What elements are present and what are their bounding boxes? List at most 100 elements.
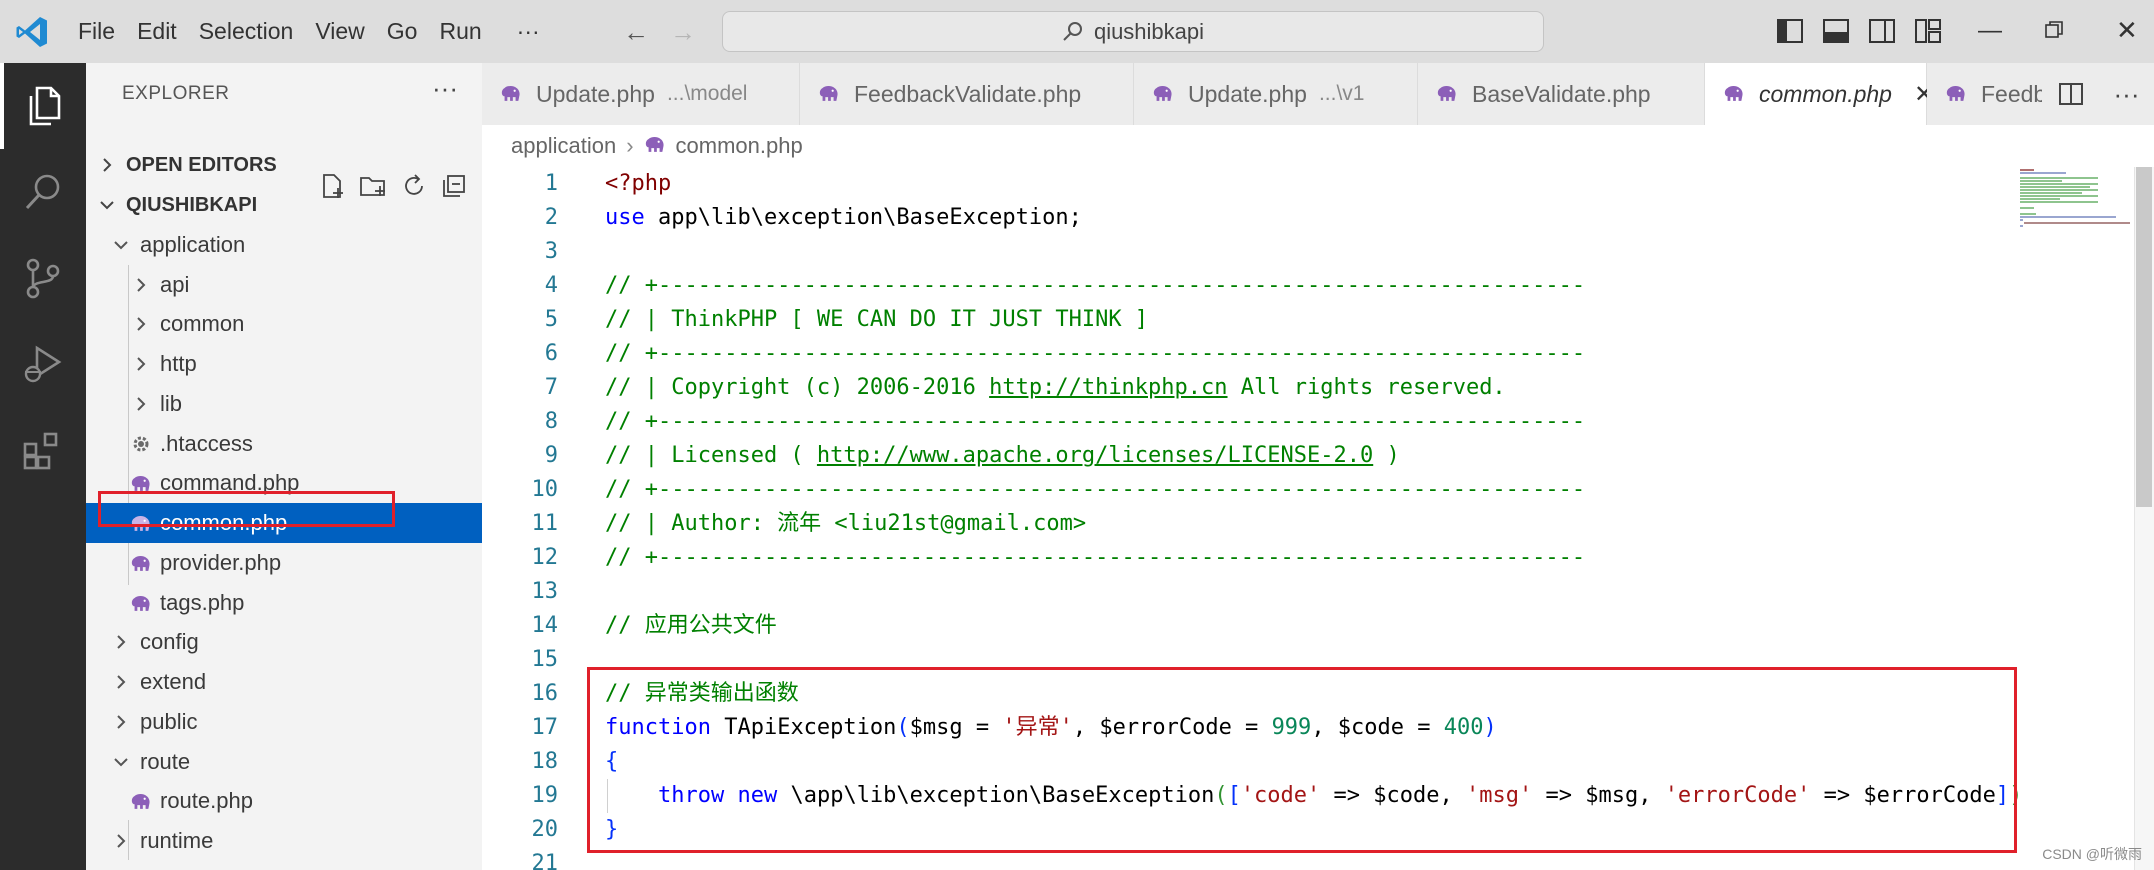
new-folder-icon[interactable] — [358, 172, 388, 200]
php-elephant-icon — [1945, 81, 1967, 108]
chevron-down-icon — [96, 199, 118, 211]
customize-layout-icon[interactable] — [1914, 17, 1942, 45]
tab-update-model[interactable]: Update.php ...\model — [482, 63, 800, 125]
chevron-right-icon — [130, 316, 152, 332]
command-center-search[interactable]: qiushibkapi — [722, 11, 1544, 52]
line-number: 4 — [544, 273, 558, 298]
search-icon — [1063, 21, 1082, 41]
tree-item-label: provider.php — [160, 550, 282, 575]
tree-item-thinkphp[interactable]: thinkphp — [86, 861, 482, 870]
menu-selection[interactable]: Selection — [188, 0, 305, 63]
collapse-all-icon[interactable] — [440, 172, 468, 200]
source-control-icon — [26, 258, 60, 299]
tree-item-label: http — [160, 351, 197, 376]
menu-edit[interactable]: Edit — [126, 0, 188, 63]
open-editors-label: OPEN EDITORS — [126, 153, 277, 176]
code-editor[interactable]: 1 2 3 4 5 6 7 8 9 10 11 12 13 14 15 16 17 18 19 20 21 <?php … — [482, 167, 2154, 870]
explorer-actions — [318, 172, 468, 200]
php-elephant-icon — [644, 133, 666, 159]
menu-run[interactable]: Run — [428, 0, 492, 63]
chevron-right-icon — [96, 157, 118, 173]
menu-go[interactable]: Go — [376, 0, 429, 63]
tree-item-public[interactable]: public — [86, 702, 482, 742]
tree-item-api[interactable]: api — [86, 265, 482, 305]
tree-item-label: .htaccess — [160, 431, 253, 456]
breadcrumb-folder[interactable]: application — [511, 133, 616, 159]
source-control-activity[interactable] — [0, 235, 86, 321]
run-debug-activity[interactable] — [0, 321, 86, 407]
vertical-scrollbar-thumb[interactable] — [2136, 167, 2152, 507]
tree-item-label: api — [160, 272, 190, 297]
search-icon — [25, 174, 60, 210]
tree-item-label: lib — [160, 391, 183, 416]
tab-label: Update.php — [1188, 80, 1307, 107]
minimize-window-icon[interactable]: — — [1978, 17, 2002, 45]
line-number: 1 — [544, 171, 558, 196]
close-window-icon[interactable]: ✕ — [2116, 15, 2138, 46]
tree-item-extend[interactable]: extend — [86, 662, 482, 702]
toggle-secondary-sidebar-icon[interactable] — [1868, 17, 1896, 45]
toggle-panel-icon[interactable] — [1822, 17, 1850, 45]
chevron-down-icon — [110, 756, 132, 768]
menu-view[interactable]: View — [304, 0, 375, 63]
toggle-sidebar-icon[interactable] — [1776, 17, 1804, 45]
line-number: 8 — [544, 409, 558, 434]
tree-item-config[interactable]: config — [86, 622, 482, 662]
minimap-preview — [2020, 169, 2130, 227]
new-file-icon[interactable] — [318, 172, 346, 200]
tree-item-label: route.php — [160, 788, 253, 813]
menu-more[interactable]: ··· — [493, 0, 551, 63]
search-activity[interactable] — [0, 149, 86, 235]
php-elephant-icon — [500, 81, 522, 108]
tab-common-php[interactable]: common.php ✕ — [1705, 63, 1934, 125]
chevron-right-icon — [110, 634, 132, 650]
split-editor-icon[interactable] — [2057, 80, 2085, 108]
back-arrow-icon[interactable]: ← — [623, 17, 649, 48]
code-line-5: // | ThinkPHP [ WE CAN DO IT JUST THINK … — [605, 307, 1149, 332]
tree-item-lib[interactable]: lib — [86, 384, 482, 424]
title-bar: File Edit Selection View Go Run ··· ← → … — [0, 0, 2154, 63]
php-elephant-icon — [130, 555, 152, 572]
code-line-7: // | Copyright (c) 2006-2016 http://thin… — [605, 375, 1506, 400]
minimap[interactable] — [2018, 167, 2134, 870]
tree-item-common[interactable]: common — [86, 304, 482, 344]
annotation-box — [98, 491, 395, 527]
line-number: 2 — [544, 205, 558, 230]
menu-file[interactable]: File — [78, 0, 126, 63]
extensions-activity[interactable] — [0, 407, 86, 493]
tree-item-http[interactable]: http — [86, 344, 482, 384]
explorer-activity[interactable] — [0, 63, 86, 149]
tree-item-label: common — [160, 311, 245, 336]
tab-basevalidate[interactable]: BaseValidate.php — [1418, 63, 1705, 125]
tree-item-provider-php[interactable]: provider.php — [86, 543, 482, 583]
more-actions-icon[interactable]: ··· — [2114, 79, 2140, 110]
tree-item-route[interactable]: route — [86, 742, 482, 782]
tab-label: common.php — [1759, 80, 1892, 107]
tab-actions: ··· — [2042, 63, 2154, 125]
annotation-box — [587, 667, 2017, 853]
tree-item-tags-php[interactable]: tags.php — [86, 583, 482, 623]
breadcrumb-file[interactable]: common.php — [676, 133, 803, 159]
tree-item-runtime[interactable]: runtime — [86, 821, 482, 861]
php-elephant-icon — [1436, 81, 1458, 108]
tab-feedbackvalidate[interactable]: FeedbackValidate.php — [800, 63, 1134, 125]
php-elephant-icon — [1152, 81, 1174, 108]
license-link[interactable]: http://www.apache.org/licenses/LICENSE-2… — [817, 443, 1373, 468]
activity-bar — [0, 63, 86, 870]
tab-update-v1[interactable]: Update.php ...\v1 — [1134, 63, 1418, 125]
line-number: 14 — [531, 613, 559, 638]
tab-label: FeedbackValidate.php — [854, 80, 1082, 107]
explorer-more-icon[interactable]: ··· — [432, 73, 458, 104]
forward-arrow-icon[interactable]: → — [670, 17, 696, 48]
tab-label: BaseValidate.php — [1472, 80, 1651, 107]
refresh-icon[interactable] — [400, 172, 428, 200]
thinkphp-link[interactable]: http://thinkphp.cn — [989, 375, 1227, 400]
tree-item-route-php[interactable]: route.php — [86, 781, 482, 821]
tree-item-application[interactable]: application — [86, 225, 482, 265]
restore-window-icon[interactable] — [2044, 20, 2064, 40]
line-number: 21 — [531, 851, 559, 870]
tree-item-htaccess[interactable]: .htaccess — [86, 424, 482, 464]
chevron-right-icon — [130, 356, 152, 372]
line-number: 3 — [544, 239, 558, 264]
tab-label: Update.php — [536, 80, 655, 107]
